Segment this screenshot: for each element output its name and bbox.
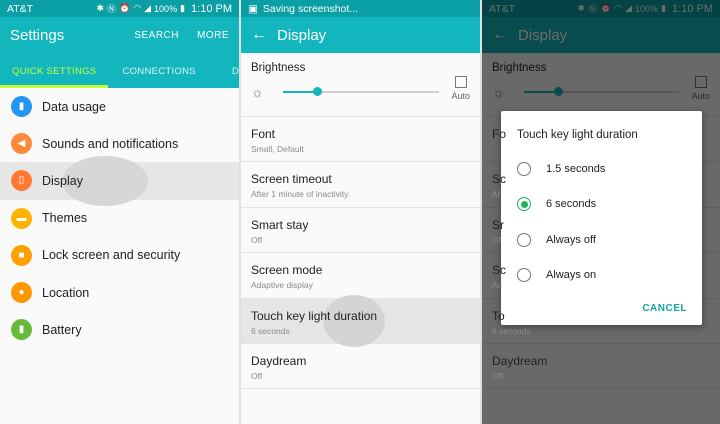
item-subtitle: 6 seconds bbox=[492, 325, 531, 336]
nfc-icon: Ⓝ bbox=[107, 4, 117, 14]
more-button[interactable]: MORE bbox=[197, 30, 229, 41]
status-time: 1:10 PM bbox=[191, 2, 232, 15]
display-item-font[interactable]: Font Small, Default bbox=[241, 117, 480, 163]
signal-icon: ◢ bbox=[144, 3, 152, 13]
settings-item-lock-screen[interactable]: ■ Lock screen and security bbox=[0, 237, 239, 274]
item-subtitle-partial: Ac bbox=[492, 280, 502, 291]
auto-checkbox[interactable] bbox=[454, 76, 467, 88]
settings-item-label: Lock screen and security bbox=[42, 248, 181, 263]
item-title-partial: Sr bbox=[492, 217, 504, 232]
battery-icon: ▮ bbox=[11, 319, 32, 341]
settings-screen: AT&T ✱ Ⓝ ⏰ ◠ ◢ 100% ▮ 1:10 PM Settings S… bbox=[0, 0, 239, 424]
page-title: Settings bbox=[10, 26, 65, 44]
item-title: Smart stay bbox=[251, 217, 309, 232]
settings-item-data-usage[interactable]: ▮ Data usage bbox=[0, 88, 239, 125]
display-app-bar: ← Display bbox=[241, 17, 480, 53]
item-subtitle: Adaptive display bbox=[251, 280, 313, 291]
location-icon: ● bbox=[11, 282, 32, 304]
lock-icon: ■ bbox=[11, 244, 32, 266]
display-item-touch-key-light[interactable]: Touch key light duration 6 seconds bbox=[241, 294, 480, 347]
display-item-smart-stay[interactable]: Smart stay Off bbox=[241, 208, 480, 254]
settings-item-label: Themes bbox=[42, 211, 88, 226]
display-item-daydream[interactable]: Daydream Off bbox=[241, 344, 480, 390]
tab-connections[interactable]: CONNECTIONS bbox=[108, 66, 208, 88]
item-title-partial: To bbox=[492, 308, 505, 323]
brightness-label: Brightness bbox=[251, 62, 306, 74]
item-title: Daydream bbox=[492, 353, 548, 368]
brightness-slider-fill bbox=[283, 90, 318, 93]
alarm-icon: ⏰ bbox=[119, 3, 131, 13]
display-item-screen-timeout[interactable]: Screen timeout After 1 minute of inactiv… bbox=[241, 162, 480, 208]
wifi-icon: ◠ bbox=[133, 3, 142, 13]
settings-item-label: Sounds and notifications bbox=[42, 136, 179, 151]
item-title: Screen timeout bbox=[251, 172, 332, 187]
settings-item-label: Data usage bbox=[42, 99, 106, 114]
item-subtitle: After 1 minute of inactivity. bbox=[251, 189, 351, 200]
item-title: Font bbox=[251, 127, 276, 141]
screenshot-icon: ▣ bbox=[248, 2, 258, 15]
settings-list: ▮ Data usage ◀ Sounds and notifications … bbox=[0, 88, 239, 348]
settings-app-bar: Settings SEARCH MORE bbox=[0, 17, 239, 53]
item-title: Screen mode bbox=[251, 263, 323, 278]
settings-item-label: Battery bbox=[42, 322, 82, 337]
item-title-partial: Sc bbox=[492, 263, 507, 278]
carrier-label: AT&T bbox=[7, 2, 34, 15]
back-arrow-icon[interactable]: ← bbox=[251, 26, 267, 44]
display-dialog-screen: AT&T ✱ Ⓝ ⏰ ◠ ◢ 100% ▮ 1:10 PM ← Display … bbox=[482, 0, 720, 424]
settings-item-battery[interactable]: ▮ Battery bbox=[0, 311, 239, 348]
bluetooth-icon: ✱ bbox=[96, 3, 105, 13]
item-subtitle: Off bbox=[492, 370, 504, 381]
settings-item-location[interactable]: ● Location bbox=[0, 274, 239, 311]
item-title: Daydream bbox=[251, 353, 307, 368]
brightness-sun-icon: ☼ bbox=[251, 83, 264, 100]
brightness-section: Brightness ☼ Auto bbox=[241, 53, 480, 117]
display-screen: ▣ Saving screenshot... ← Display Brightn… bbox=[241, 0, 480, 424]
display-item-screen-mode[interactable]: Screen mode Adaptive display bbox=[241, 253, 480, 299]
auto-label: Auto bbox=[451, 91, 470, 101]
settings-item-label: Display bbox=[42, 173, 83, 188]
item-subtitle-partial: Of bbox=[492, 234, 501, 245]
item-subtitle: Small, Default bbox=[251, 144, 304, 154]
tab-device[interactable]: DEVI bbox=[208, 66, 239, 88]
status-bar: AT&T ✱ Ⓝ ⏰ ◠ ◢ 100% ▮ 1:10 PM bbox=[0, 0, 239, 17]
item-subtitle: Off bbox=[251, 234, 263, 245]
status-icons: ✱ Ⓝ ⏰ ◠ ◢ 100% ▮ 1:10 PM bbox=[96, 2, 232, 15]
volume-icon: ◀ bbox=[11, 133, 32, 155]
settings-item-themes[interactable]: ▬ Themes bbox=[0, 200, 239, 237]
data-usage-icon: ▮ bbox=[11, 96, 32, 118]
saving-screenshot-text: Saving screenshot... bbox=[262, 2, 359, 15]
brightness-slider[interactable] bbox=[283, 86, 440, 96]
battery-icon: ▮ bbox=[180, 3, 186, 13]
status-bar: ▣ Saving screenshot... bbox=[241, 0, 480, 17]
brush-icon: ▬ bbox=[11, 207, 32, 229]
item-title-partial: Sc bbox=[492, 172, 507, 187]
item-subtitle-partial: Af bbox=[492, 189, 501, 200]
settings-item-display[interactable]: ▯ Display bbox=[0, 156, 239, 207]
item-title-partial: Fo bbox=[492, 127, 507, 141]
battery-level: 100% bbox=[154, 3, 178, 14]
item-subtitle: Off bbox=[251, 370, 263, 381]
settings-item-label: Location bbox=[42, 285, 90, 300]
item-title: Touch key light duration bbox=[251, 308, 378, 323]
display-icon: ▯ bbox=[11, 170, 32, 192]
brightness-slider-thumb[interactable] bbox=[313, 86, 323, 96]
search-button[interactable]: SEARCH bbox=[134, 30, 179, 41]
tab-quick-settings[interactable]: QUICK SETTINGS bbox=[0, 66, 109, 88]
option-label: 6 seconds bbox=[546, 198, 597, 211]
settings-tabs: QUICK SETTINGS CONNECTIONS DEVI bbox=[0, 53, 239, 88]
item-subtitle: 6 seconds bbox=[251, 325, 290, 336]
page-title: Display bbox=[277, 26, 327, 44]
auto-brightness[interactable]: Auto bbox=[451, 76, 470, 101]
status-left: ▣ Saving screenshot... bbox=[248, 3, 358, 15]
